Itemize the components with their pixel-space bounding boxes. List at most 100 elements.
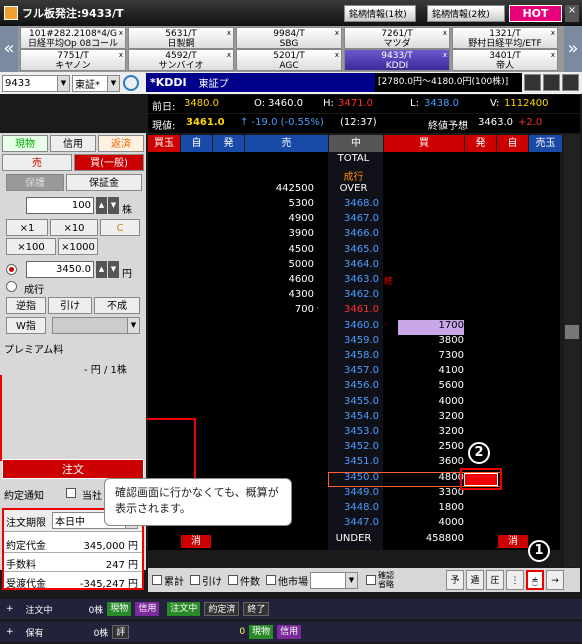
board-row[interactable]: 3457.0 4100 bbox=[148, 365, 560, 380]
price-level[interactable]: 3454.0 bbox=[328, 411, 379, 422]
board-scrollbar[interactable] bbox=[564, 135, 580, 567]
symbol-code-input[interactable]: 9433 ▼ bbox=[2, 74, 70, 92]
tabs-next-icon[interactable]: » bbox=[564, 26, 582, 72]
hot-button[interactable]: HOT bbox=[509, 5, 562, 22]
price-level[interactable]: 3458.0 bbox=[328, 350, 379, 361]
price-level[interactable]: 3456.0 bbox=[328, 380, 379, 391]
board-row[interactable]: 3460.0 · 1700 bbox=[148, 320, 560, 335]
mult-100-button[interactable]: ×100 bbox=[6, 238, 56, 255]
board-row[interactable]: 3459.0 3800 bbox=[148, 335, 560, 350]
buy-button[interactable]: 買(一般) bbox=[74, 154, 144, 171]
price-level[interactable]: 3462.0 bbox=[328, 289, 379, 300]
board-row[interactable]: 3900 3466.0 bbox=[148, 228, 560, 243]
close-icon[interactable]: x bbox=[335, 50, 339, 60]
other-market-checkbox[interactable] bbox=[266, 575, 276, 585]
price-level[interactable]: 3449.0 bbox=[328, 487, 379, 498]
w-limit-select[interactable]: ▼ bbox=[52, 317, 140, 334]
clear-button[interactable]: C bbox=[100, 219, 140, 236]
close-checkbox[interactable] bbox=[190, 575, 200, 585]
board-row[interactable]: 3458.0 7300 bbox=[148, 350, 560, 365]
price-level[interactable]: 3460.0 bbox=[328, 320, 379, 331]
price-field[interactable]: 3450.0 bbox=[26, 261, 94, 278]
price-level[interactable]: 3465.0 bbox=[328, 244, 379, 255]
w-limit-button[interactable]: W指 bbox=[6, 317, 46, 334]
sell-button[interactable]: 売 bbox=[2, 154, 72, 171]
board-row[interactable]: 700 · 3461.0 bbox=[148, 304, 560, 319]
tab-7261T[interactable]: 7261/T マツダ x bbox=[344, 27, 450, 49]
close-cond-button[interactable]: 引け bbox=[48, 297, 92, 314]
market-select[interactable]: 東証* ▼ bbox=[72, 74, 120, 92]
close-icon[interactable]: x bbox=[227, 28, 231, 38]
price-level[interactable]: 3448.0 bbox=[328, 502, 379, 513]
close-icon[interactable]: x bbox=[335, 28, 339, 38]
price-level[interactable]: 3463.0 bbox=[328, 274, 379, 285]
close-icon[interactable]: x bbox=[443, 50, 447, 60]
notify-checkbox[interactable] bbox=[66, 488, 76, 498]
board-row[interactable]: 4600 3463.0 終 bbox=[148, 274, 560, 289]
stop-button[interactable]: 逆指 bbox=[6, 297, 46, 314]
price-level[interactable]: 3447.0 bbox=[328, 517, 379, 528]
price-level[interactable]: 3457.0 bbox=[328, 365, 379, 376]
yoyaku-icon[interactable]: 予 bbox=[446, 570, 464, 590]
price-level[interactable]: 3461.0 bbox=[328, 304, 379, 315]
cancel-sell-button[interactable]: 消 bbox=[181, 535, 211, 548]
close-icon[interactable]: x bbox=[551, 28, 555, 38]
board-row[interactable]: 5300 3468.0 bbox=[148, 198, 560, 213]
mouse-icon[interactable]: 🖱 bbox=[526, 570, 544, 590]
tab-4592T[interactable]: 4592/T サンバイオ x bbox=[128, 49, 234, 71]
board-row[interactable]: 3453.0 3200 bbox=[148, 426, 560, 441]
split-icon[interactable]: ⋮ bbox=[506, 570, 524, 590]
board-row[interactable]: 4300 3462.0 bbox=[148, 289, 560, 304]
qty-down-icon[interactable]: ▼ bbox=[108, 197, 119, 214]
board-row[interactable]: 4900 3467.0 bbox=[148, 213, 560, 228]
close-button[interactable]: × bbox=[565, 5, 579, 22]
count-checkbox[interactable] bbox=[228, 575, 238, 585]
funari-button[interactable]: 不成 bbox=[94, 297, 140, 314]
board-row[interactable]: 3455.0 4000 bbox=[148, 396, 560, 411]
chevron-down-icon[interactable]: ▼ bbox=[127, 318, 139, 333]
price-level[interactable]: 3466.0 bbox=[328, 228, 379, 239]
settings-icon[interactable] bbox=[562, 74, 579, 91]
price-level[interactable]: 3467.0 bbox=[328, 213, 379, 224]
market-order-label[interactable]: 成行 bbox=[328, 168, 379, 183]
chevron-down-icon[interactable]: ▼ bbox=[107, 75, 119, 91]
stock-info-1-button[interactable]: 銘柄情報(1枚) bbox=[344, 5, 416, 22]
expand-icon[interactable]: + bbox=[6, 627, 14, 637]
price-level[interactable]: 3464.0 bbox=[328, 259, 379, 270]
cancel-buy-button[interactable]: 消 bbox=[498, 535, 528, 548]
price-level[interactable]: 3451.0 bbox=[328, 456, 379, 467]
price-level[interactable]: 3468.0 bbox=[328, 198, 379, 209]
tab-10128221084G[interactable]: 101#282.2108*4/G 日経平均Op 08コール x bbox=[20, 27, 126, 49]
tabs-prev-icon[interactable]: « bbox=[0, 26, 18, 72]
board-row[interactable]: 4500 3465.0 bbox=[148, 244, 560, 259]
scroll-thumb[interactable] bbox=[565, 325, 579, 339]
other-market-select[interactable]: ▼ bbox=[310, 571, 358, 589]
cumulative-checkbox[interactable] bbox=[152, 575, 162, 585]
market-radio[interactable] bbox=[6, 281, 17, 292]
tab-1321T[interactable]: 1321/T 野村日経平均/ETF x bbox=[452, 27, 558, 49]
stock-info-2-button[interactable]: 銘柄情報(2枚) bbox=[427, 5, 505, 22]
board-row[interactable]: 3452.0 2500 bbox=[148, 441, 560, 456]
chevron-down-icon[interactable]: ▼ bbox=[57, 75, 69, 91]
tab-margin[interactable]: 信用 bbox=[50, 135, 96, 152]
qty-up-icon[interactable]: ▲ bbox=[96, 197, 107, 214]
price-level[interactable]: 3452.0 bbox=[328, 441, 379, 452]
price-down-icon[interactable]: ▼ bbox=[108, 261, 119, 278]
board-row[interactable]: 5000 3464.0 bbox=[148, 259, 560, 274]
tab-9433T[interactable]: 9433/T KDDI x bbox=[344, 49, 450, 71]
close-icon[interactable]: x bbox=[443, 28, 447, 38]
tab-repay[interactable]: 返済 bbox=[98, 135, 144, 152]
board-row[interactable]: 3456.0 5600 bbox=[148, 380, 560, 395]
quantity-field[interactable]: 100 bbox=[26, 197, 94, 214]
search-icon[interactable] bbox=[123, 75, 139, 91]
tab-3401T[interactable]: 3401/T 帝人 x bbox=[452, 49, 558, 71]
margin-button[interactable]: 保証金 bbox=[66, 174, 142, 191]
tab-spot[interactable]: 現物 bbox=[2, 135, 48, 152]
chart-icon[interactable] bbox=[524, 74, 541, 91]
compress-icon[interactable]: 圧 bbox=[486, 570, 504, 590]
board-row[interactable]: 3454.0 3200 bbox=[148, 411, 560, 426]
confirm-skip-checkbox[interactable] bbox=[366, 575, 376, 585]
tab-5201T[interactable]: 5201/T AGC x bbox=[236, 49, 342, 71]
history-icon[interactable]: 遁 bbox=[466, 570, 484, 590]
mult-1-button[interactable]: ×1 bbox=[6, 219, 48, 236]
